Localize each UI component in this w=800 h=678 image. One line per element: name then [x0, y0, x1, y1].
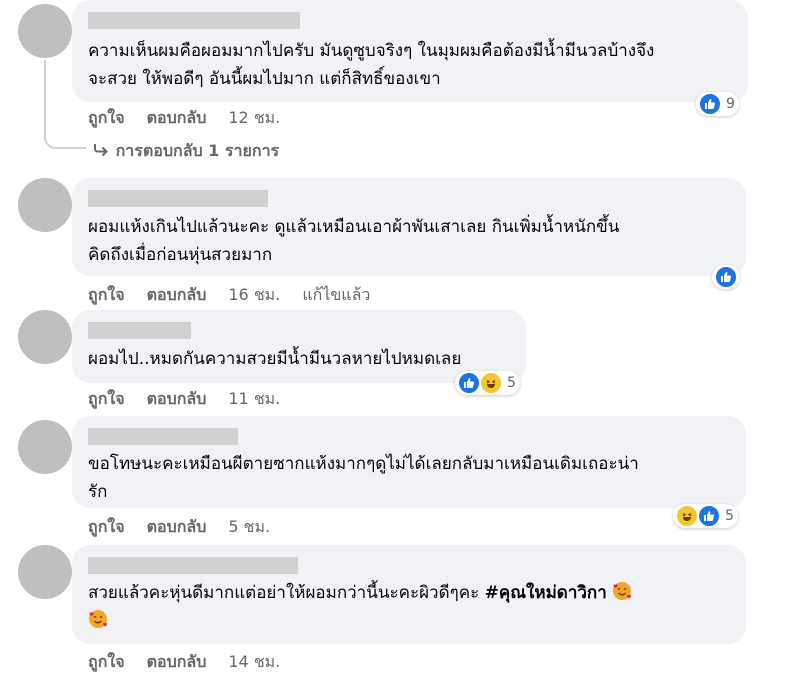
comment-text-line: ผอมไป..หมดกันความสวยมีน้ำมีนวลหายไปหมดเล… [88, 349, 462, 369]
avatar[interactable] [18, 310, 72, 364]
commenter-name-redacted[interactable] [88, 322, 191, 339]
commenter-name-redacted[interactable] [88, 190, 268, 207]
reply-link[interactable]: ตอบกลับ [147, 389, 207, 408]
reaction-summary[interactable]: 9 [696, 92, 739, 116]
reaction-count: 5 [507, 375, 516, 391]
smiling-face-with-hearts-icon [88, 609, 108, 629]
comment-text-line: สวยแล้วคะหุ่นดีมากแต่อย่าให้ผอมกว่านี้นะ… [88, 579, 632, 607]
avatar[interactable] [18, 420, 72, 474]
comment-text-line: ความเห็นผมคือผอมมากไปครับ มันดูซูบจริงๆ … [88, 41, 655, 61]
comment-actions: ถูกใจ ตอบกลับ 12 ชม. [88, 106, 302, 131]
comment-text-line: ขอโทษนะคะเหมือนผีตายซากแห้งมากๆดูไม่ได้เ… [88, 454, 639, 474]
view-replies-label: การตอบกลับ 1 รายการ [115, 141, 280, 160]
comment-text-line [88, 607, 108, 635]
comment-bubble: สวยแล้วคะหุ่นดีมากแต่อย่าให้ผอมกว่านี้นะ… [72, 545, 746, 644]
like-reaction-icon [714, 265, 738, 289]
like-link[interactable]: ถูกใจ [88, 108, 125, 127]
like-reaction-icon [697, 504, 721, 528]
comment-timestamp[interactable]: 16 ชม. [228, 285, 280, 304]
commenter-name-redacted[interactable] [88, 557, 298, 574]
reaction-summary[interactable] [712, 265, 740, 289]
comment-text-line: รัก [88, 482, 108, 502]
comment-actions: ถูกใจ ตอบกลับ 5 ชม. [88, 515, 292, 540]
haha-reaction-icon [675, 504, 699, 528]
reply-link[interactable]: ตอบกลับ [147, 285, 207, 304]
avatar[interactable] [18, 178, 72, 232]
reply-link[interactable]: ตอบกลับ [147, 108, 207, 127]
like-link[interactable]: ถูกใจ [88, 389, 125, 408]
comment-timestamp[interactable]: 11 ชม. [228, 389, 280, 408]
reaction-summary[interactable]: 5 [455, 371, 520, 395]
reaction-count: 5 [725, 508, 734, 524]
like-link[interactable]: ถูกใจ [88, 517, 125, 536]
edited-label[interactable]: แก้ไขแล้ว [302, 285, 370, 304]
like-reaction-icon [698, 92, 722, 116]
avatar[interactable] [18, 4, 72, 58]
hashtag-link[interactable]: #คุณใหม่ดาวิกา [485, 583, 607, 603]
comment-text: สวยแล้วคะหุ่นดีมากแต่อย่าให้ผอมกว่านี้นะ… [88, 583, 485, 603]
comment-actions: ถูกใจ ตอบกลับ 11 ชม. [88, 387, 302, 412]
like-link[interactable]: ถูกใจ [88, 285, 125, 304]
reaction-summary[interactable]: 5 [673, 504, 738, 528]
like-link[interactable]: ถูกใจ [88, 652, 125, 671]
avatar[interactable] [18, 545, 72, 599]
reply-link[interactable]: ตอบกลับ [147, 652, 207, 671]
comment-bubble: ความเห็นผมคือผอมมากไปครับ มันดูซูบจริงๆ … [72, 0, 748, 102]
comment-timestamp[interactable]: 5 ชม. [228, 517, 270, 536]
comment-text-line: คิดถึงเมื่อก่อนหุ่นสวยมาก [88, 245, 273, 265]
comment-text-line: ผอมแห้งเกินไปแล้วนะคะ ดูแล้วเหมือนเอาผ้า… [88, 217, 620, 237]
comment-timestamp[interactable]: 14 ชม. [228, 652, 280, 671]
comment-bubble: ผอมแห้งเกินไปแล้วนะคะ ดูแล้วเหมือนเอาผ้า… [72, 178, 746, 276]
comment-actions: ถูกใจ ตอบกลับ 14 ชม. [88, 650, 302, 675]
smiling-face-with-hearts-icon [612, 581, 632, 601]
reaction-count: 9 [726, 96, 735, 112]
commenter-name-redacted[interactable] [88, 12, 300, 29]
reply-arrow-icon [92, 141, 110, 160]
comment-bubble: ผอมไป..หมดกันความสวยมีน้ำมีนวลหายไปหมดเล… [72, 310, 526, 383]
reply-link[interactable]: ตอบกลับ [147, 517, 207, 536]
view-replies-link[interactable]: การตอบกลับ 1 รายการ [92, 139, 279, 164]
like-reaction-icon [457, 371, 481, 395]
comment-bubble: ขอโทษนะคะเหมือนผีตายซากแห้งมากๆดูไม่ได้เ… [72, 416, 746, 508]
comment-text-line: จะสวย ให้พอดีๆ อันนี้ผมไปมาก แต่ก็สิทธิ์… [88, 69, 441, 89]
comment-actions: ถูกใจ ตอบกลับ 16 ชม. แก้ไขแล้ว [88, 283, 392, 308]
commenter-name-redacted[interactable] [88, 428, 238, 445]
comment-timestamp[interactable]: 12 ชม. [228, 108, 280, 127]
haha-reaction-icon [479, 371, 503, 395]
